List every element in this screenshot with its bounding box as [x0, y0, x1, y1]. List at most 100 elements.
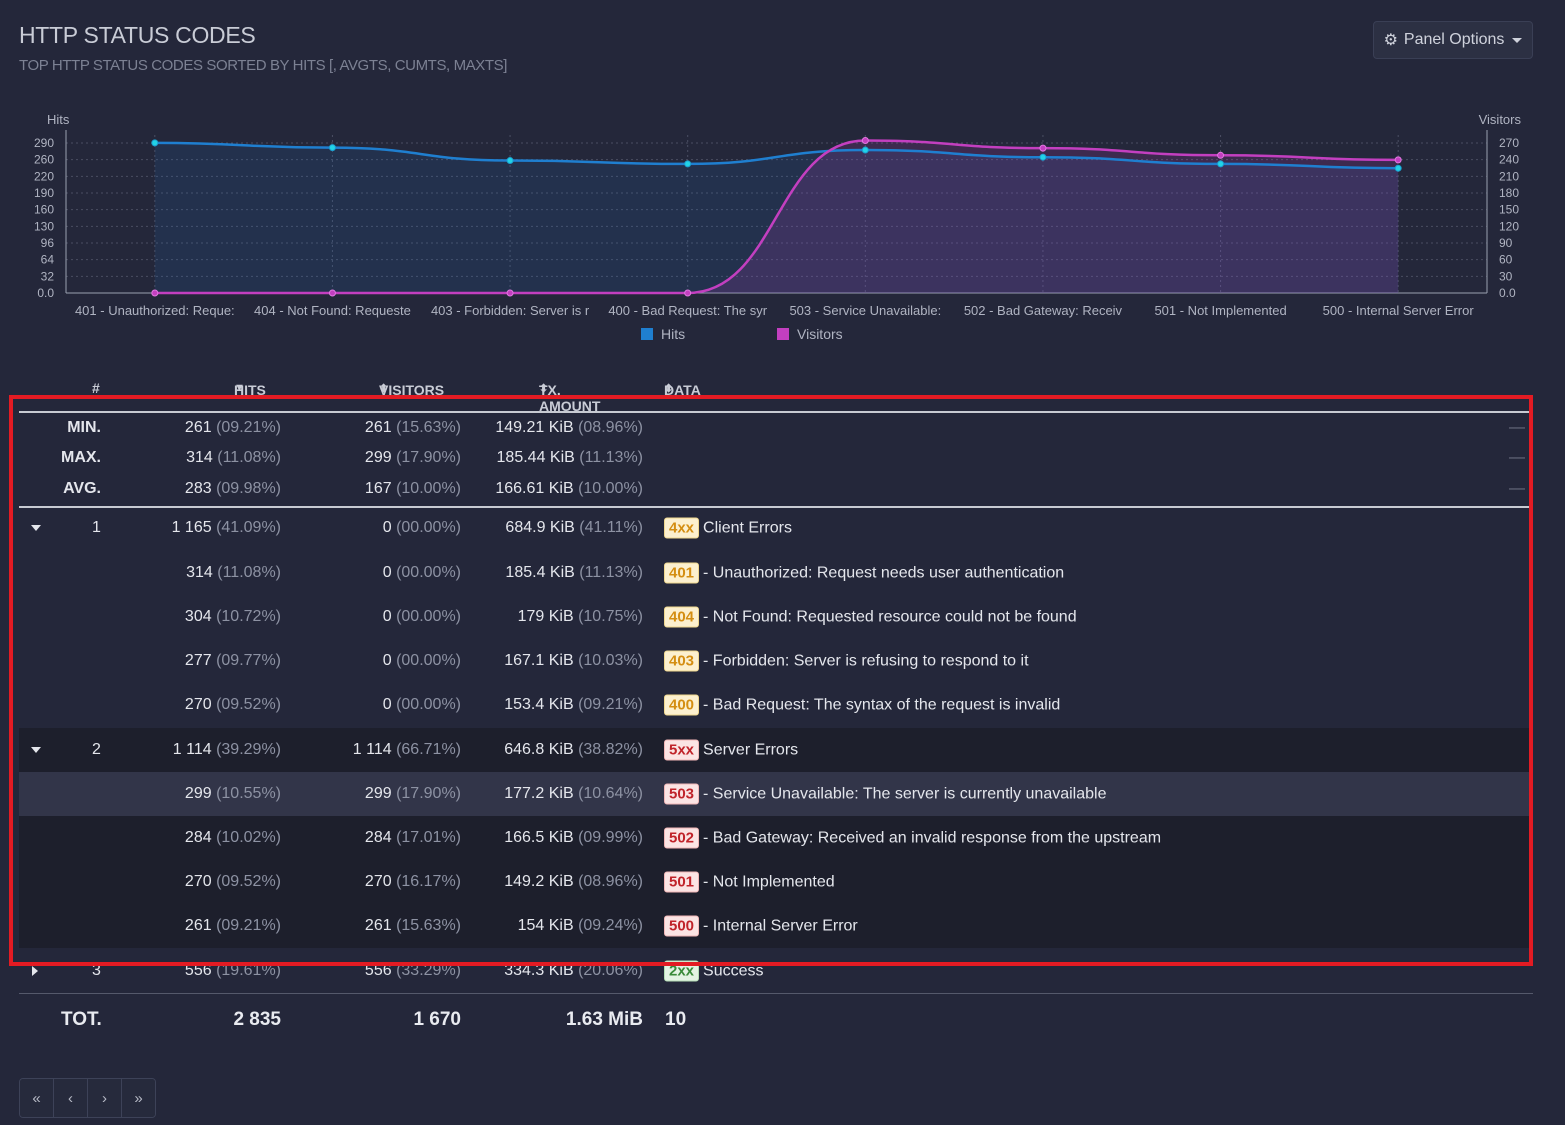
visitors-point [1039, 144, 1047, 152]
table-row: 270 (09.52%) 270 (16.17%) 149.2 KiB (08.96… [19, 860, 1533, 904]
panel-options-button[interactable]: ⚙ Panel Options [1373, 21, 1533, 59]
prev-page-button[interactable]: ‹ [54, 1079, 88, 1117]
caret-right-icon[interactable] [32, 966, 38, 976]
group-row[interactable]: 3 556 (19.61%) 556 (33.29%) 334.3 KiB (20.0… [19, 949, 1533, 993]
hits-point [684, 160, 692, 168]
visitors-percent: (17.01%) [396, 829, 461, 846]
x-tick-label: 502 - Bad Gateway: Receiv [964, 303, 1123, 318]
row-visitors: 0 (00.00%) [383, 608, 461, 626]
hits-percent: (11.08%) [217, 449, 281, 466]
row-visitors: 261 (15.63%) [365, 917, 461, 935]
tx-value: 166.61 KiB [495, 480, 574, 497]
group-tx: 334.3 KiB (20.06%) [504, 962, 643, 980]
x-tick-label: 404 - Not Found: Requeste [254, 303, 411, 318]
row-tx: 154 KiB (09.24%) [518, 917, 643, 935]
hits-value: 261 [184, 419, 212, 436]
panel-title: HTTP STATUS CODES [19, 22, 256, 48]
visitors-percent: (15.63%) [396, 419, 461, 436]
status-badge: 400 [664, 694, 700, 716]
data-cell: 404- Not Found: Requested resource could… [664, 606, 1077, 628]
y-tick-left: 64 [41, 253, 55, 267]
stats-dash: — [1509, 480, 1525, 497]
caret-down-icon[interactable] [31, 747, 41, 753]
totals-visitors: 1 670 [413, 1009, 461, 1030]
tx-value: 149.21 KiB [495, 419, 574, 436]
stats-tx: 166.61 KiB (10.00%) [495, 480, 643, 498]
first-page-button[interactable]: « [20, 1079, 54, 1117]
gear-icon: ⚙ [1383, 32, 1398, 49]
row-tx: 167.1 KiB (10.03%) [504, 652, 643, 670]
hits-value: 299 [184, 785, 212, 802]
y-tick-right: 30 [1499, 269, 1513, 283]
status-badge: 403 [664, 650, 700, 672]
legend-hits-swatch [641, 328, 653, 340]
hits-point [328, 144, 336, 152]
row-visitors: 299 (17.90%) [365, 785, 461, 803]
status-label: - Service Unavailable: The server is cur… [703, 785, 1107, 803]
hits-percent: (10.72%) [216, 608, 281, 625]
status-label: - Bad Gateway: Received an invalid respo… [703, 829, 1162, 847]
totals-tx: 1.63 MiB [565, 1009, 643, 1030]
visitors-value: 261 [364, 419, 392, 436]
hits-value: 1 114 [172, 741, 212, 758]
hits-point [1394, 164, 1402, 172]
hits-percent: (10.02%) [216, 829, 281, 846]
last-page-button[interactable]: » [122, 1079, 155, 1117]
row-tx: 185.4 KiB (11.13%) [505, 564, 643, 582]
hits-value: 284 [184, 829, 212, 846]
stats-hits: 261 (09.21%) [185, 419, 281, 437]
hits-point [1039, 153, 1047, 161]
next-page-button[interactable]: › [88, 1079, 122, 1117]
tx-percent: (09.21%) [578, 696, 643, 713]
visitors-percent: (33.29%) [396, 962, 461, 979]
sort-icon: ⬍ [664, 383, 674, 395]
visitors-point [151, 289, 159, 297]
hits-point [151, 139, 159, 147]
tx-value: 334.3 KiB [504, 962, 574, 979]
row-hits: 261 (09.21%) [185, 917, 281, 935]
tx-value: 154 KiB [517, 917, 574, 934]
sort-desc-icon: ▼ [234, 382, 245, 394]
y-tick-left: 160 [34, 203, 54, 217]
row-visitors: 0 (00.00%) [383, 564, 461, 582]
hits-value: 314 [186, 449, 213, 466]
y-axis-label-right: Visitors [1479, 112, 1522, 127]
group-row[interactable]: 1 1 165 (41.09%) 0 (00.00%) 684.9 KiB (41.1… [19, 506, 1533, 550]
row-visitors: 270 (16.17%) [365, 873, 461, 891]
panel-options-label: Panel Options [1403, 31, 1505, 48]
stats-hits: 314 (11.08%) [186, 449, 281, 467]
visitors-percent: (17.90%) [396, 449, 461, 466]
y-axis-label-left: Hits [47, 112, 70, 127]
legend-visitors-label: Visitors [797, 326, 843, 342]
tx-value: 153.4 KiB [504, 696, 574, 713]
status-label: - Forbidden: Server is refusing to respo… [703, 652, 1029, 670]
row-visitors: 0 (00.00%) [383, 696, 461, 714]
caret-down-icon[interactable] [31, 525, 41, 531]
tx-value: 149.2 KiB [504, 873, 574, 890]
caret-down-icon [1512, 37, 1523, 43]
group-row[interactable]: 21 114 (39.29%) 1 114 (66.71%) 646.8 KiB (… [19, 728, 1533, 772]
tx-percent: (09.99%) [578, 829, 643, 846]
row-hits: 314 (11.08%) [186, 564, 281, 582]
stats-tx: 149.21 KiB (08.96%) [495, 419, 643, 437]
y-tick-right: 180 [1499, 186, 1519, 200]
tx-percent: (20.06%) [578, 962, 643, 979]
visitors-point [684, 289, 692, 297]
status-badge: 404 [664, 606, 700, 628]
group-number: 1 [92, 519, 101, 536]
visitors-value: 261 [364, 917, 392, 934]
tx-percent: (10.64%) [578, 785, 643, 802]
tx-value: 185.4 KiB [505, 564, 575, 581]
y-tick-left: 290 [34, 136, 54, 150]
y-tick-right: 0.0 [1499, 286, 1516, 300]
table-row: 304 (10.72%) 0 (00.00%) 179 KiB (10.75%) 40… [19, 595, 1533, 639]
row-hits: 270 (09.52%) [185, 696, 281, 714]
header-num[interactable]: # [92, 380, 100, 396]
group-hits: 556 (19.61%) [185, 962, 281, 980]
status-label: - Not Found: Requested resource could no… [703, 608, 1077, 626]
status-label: - Internal Server Error [703, 917, 858, 935]
stats-dash: — [1509, 419, 1525, 436]
row-tx: 179 KiB (10.75%) [518, 608, 643, 626]
visitors-point [328, 289, 336, 297]
visitors-percent: (00.00%) [396, 652, 461, 669]
